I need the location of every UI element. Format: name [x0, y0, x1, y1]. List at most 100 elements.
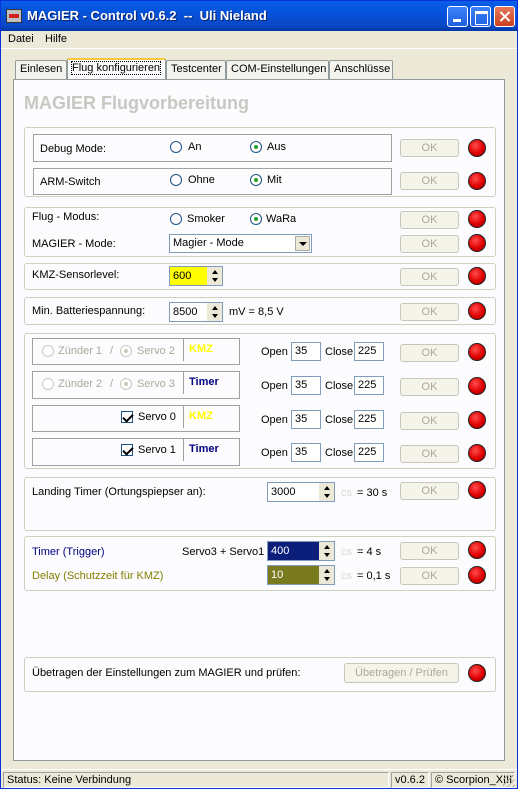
landing-ok-button[interactable]: OK [400, 482, 459, 500]
battery-value: 8500 [173, 306, 198, 318]
transfer-button[interactable]: Übetragen / Prüfen [344, 663, 459, 683]
flight-mode-label: Flug - Modus: [32, 211, 100, 223]
servo1-label: Servo 1 [138, 444, 176, 456]
servo-status-led [468, 444, 486, 462]
menu-bar: Datei Hilfe [1, 31, 517, 49]
servo0-checkbox[interactable] [121, 411, 133, 423]
spin-arrows-icon[interactable] [319, 542, 334, 560]
servo-separator: / [110, 345, 114, 357]
servo-close-field[interactable]: 225 [354, 443, 384, 462]
spin-arrows-icon[interactable] [319, 483, 334, 501]
servo2-radio[interactable] [120, 345, 132, 357]
arm-radio-ohne[interactable] [170, 174, 182, 186]
resize-grip[interactable] [503, 775, 515, 787]
status-text: Status: Keine Verbindung [3, 772, 389, 788]
servo-open-field[interactable]: 35 [291, 342, 321, 361]
kmz-value: 600 [173, 270, 192, 282]
servo-close-field[interactable]: 225 [354, 410, 384, 429]
flight-radio-smoker[interactable] [170, 213, 182, 225]
servo-open-field[interactable]: 35 [291, 410, 321, 429]
kmz-sensorlevel-stepper[interactable]: 600 [169, 266, 223, 286]
servo-open-field[interactable]: 35 [291, 376, 321, 395]
arm-radio-mit[interactable] [250, 174, 262, 186]
flight-radio-wara[interactable] [250, 213, 262, 225]
landing-timer-stepper[interactable]: 3000 [267, 482, 335, 502]
tab-label: Flug konfigurieren [70, 61, 162, 75]
arm-label: ARM-Switch [40, 176, 101, 188]
spin-arrows-icon[interactable] [207, 267, 222, 285]
timer-unit: cs [341, 546, 352, 558]
app-window: MAGIER - Control v0.6.2 -- Uli Nieland D… [0, 0, 518, 789]
servo-ok-button[interactable]: OK [400, 378, 459, 396]
timer-tag: Timer [183, 439, 237, 461]
servo-status-led [468, 411, 486, 429]
close-button[interactable] [494, 6, 515, 27]
tab-testcenter[interactable]: Testcenter [166, 60, 226, 79]
kmz-label: KMZ-Sensorlevel: [32, 269, 120, 281]
debug-radio-off[interactable] [250, 141, 262, 153]
landing-result: = 30 s [357, 487, 388, 499]
menu-hilfe[interactable]: Hilfe [45, 33, 67, 45]
servo-ok-button[interactable]: OK [400, 445, 459, 463]
servo-close-field[interactable]: 225 [354, 376, 384, 395]
timer-tag: Timer [183, 372, 237, 394]
spin-arrows-icon[interactable] [207, 303, 222, 321]
kmz-ok-button[interactable]: OK [400, 268, 459, 286]
maximize-button[interactable] [470, 6, 491, 27]
servo-ok-button[interactable]: OK [400, 344, 459, 362]
timer-trigger-stepper[interactable]: 400 [267, 541, 335, 561]
tab-page: MAGIER Flugvorbereitung Debug Mode: An A… [13, 79, 505, 761]
chevron-down-icon[interactable] [295, 236, 310, 251]
servo-status-led [468, 343, 486, 361]
debug-ok-button[interactable]: OK [400, 139, 459, 157]
minimize-button[interactable] [447, 6, 468, 27]
servo1-checkbox[interactable] [121, 444, 133, 456]
servo-separator: / [110, 378, 114, 390]
battery-label: Min. Batteriespannung: [32, 305, 146, 317]
battery-stepper[interactable]: 8500 [169, 302, 223, 322]
tab-com-einstellungen[interactable]: COM-Einstellungen [226, 60, 329, 79]
battery-unit: mV = 8,5 V [229, 306, 284, 318]
spin-arrows-icon[interactable] [319, 566, 334, 584]
debug-radio-on[interactable] [170, 141, 182, 153]
servo2-label: Servo 2 [137, 345, 175, 357]
magier-mode-select[interactable]: Magier - Mode [169, 234, 312, 253]
delay-value: 10 [271, 569, 284, 581]
arm-mit-label: Mit [267, 174, 282, 186]
tab-einlesen[interactable]: Einlesen [15, 60, 67, 79]
open-label: Open [261, 380, 288, 392]
timer-trigger-label: Timer (Trigger) [32, 546, 105, 558]
delay-unit: cs [341, 570, 352, 582]
arm-ok-button[interactable]: OK [400, 172, 459, 190]
zuender1-radio[interactable] [42, 345, 54, 357]
servo-close-field[interactable]: 225 [354, 342, 384, 361]
window-title: MAGIER - Control v0.6.2 -- Uli Nieland [27, 8, 267, 23]
servo3-radio[interactable] [120, 378, 132, 390]
tab-flug-konfigurieren[interactable]: Flug konfigurieren [67, 58, 166, 80]
battery-ok-button[interactable]: OK [400, 303, 459, 321]
magier-mode-ok-button[interactable]: OK [400, 235, 459, 253]
landing-status-led [468, 481, 486, 499]
servo-ok-button[interactable]: OK [400, 412, 459, 430]
servo-open-field[interactable]: 35 [291, 443, 321, 462]
status-version: v0.6.2 [391, 772, 429, 788]
title-bar[interactable]: MAGIER - Control v0.6.2 -- Uli Nieland [1, 1, 517, 31]
delay-ok-button[interactable]: OK [400, 567, 459, 585]
close-label: Close [325, 346, 354, 358]
kmz-tag: KMZ [183, 406, 237, 428]
landing-unit: cs [341, 487, 352, 499]
flight-smoker-label: Smoker [187, 213, 225, 225]
timer-servos-label: Servo3 + Servo1 [182, 546, 265, 558]
delay-stepper[interactable]: 10 [267, 565, 335, 585]
menu-datei[interactable]: Datei [8, 33, 34, 45]
timer-ok-button[interactable]: OK [400, 542, 459, 560]
battery-status-led [468, 302, 486, 320]
close-label: Close [325, 447, 354, 459]
debug-on-label: An [188, 141, 202, 153]
zuender2-label: Zünder 2 [58, 378, 103, 390]
zuender2-radio[interactable] [42, 378, 54, 390]
transfer-status-led [468, 664, 486, 682]
tab-anschluesse[interactable]: Anschlüsse [329, 60, 393, 79]
page-heading: MAGIER Flugvorbereitung [24, 93, 249, 113]
flight-mode-ok-button[interactable]: OK [400, 211, 459, 229]
